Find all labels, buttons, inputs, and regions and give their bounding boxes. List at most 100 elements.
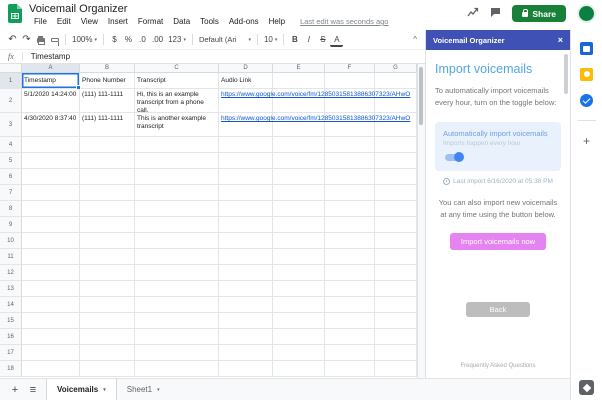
row-header-18[interactable]: 18 bbox=[0, 361, 22, 377]
formula-input[interactable]: Timestamp bbox=[31, 52, 70, 61]
format-currency-button[interactable]: $ bbox=[108, 32, 121, 47]
row-header-3[interactable]: 3 bbox=[0, 113, 22, 137]
cell-B8[interactable] bbox=[80, 201, 135, 217]
cell-E10[interactable] bbox=[273, 233, 325, 249]
tasks-icon[interactable] bbox=[580, 94, 593, 107]
column-header-G[interactable]: G bbox=[375, 64, 417, 73]
cell-G18[interactable] bbox=[375, 361, 417, 377]
back-button[interactable]: Back bbox=[465, 301, 531, 317]
cell-E7[interactable] bbox=[273, 185, 325, 201]
row-header-10[interactable]: 10 bbox=[0, 233, 22, 249]
explore-button[interactable] bbox=[579, 380, 594, 395]
cell-G1[interactable] bbox=[375, 73, 417, 89]
more-formats-button[interactable]: 123 ▾ bbox=[166, 32, 188, 47]
cell-G16[interactable] bbox=[375, 329, 417, 345]
add-sheet-button[interactable]: + bbox=[6, 384, 24, 396]
cell-F6[interactable] bbox=[325, 169, 375, 185]
cell-G12[interactable] bbox=[375, 265, 417, 281]
cell-E6[interactable] bbox=[273, 169, 325, 185]
cell-D18[interactable] bbox=[219, 361, 273, 377]
cell-A7[interactable] bbox=[22, 185, 80, 201]
cell-B11[interactable] bbox=[80, 249, 135, 265]
cell-E16[interactable] bbox=[273, 329, 325, 345]
cell-G17[interactable] bbox=[375, 345, 417, 361]
cell-G13[interactable] bbox=[375, 281, 417, 297]
cell-C6[interactable] bbox=[135, 169, 219, 185]
cell-F1[interactable] bbox=[325, 73, 375, 89]
row-header-2[interactable]: 2 bbox=[0, 89, 22, 113]
cell-C3[interactable]: This is another example transcript bbox=[135, 113, 219, 137]
column-header-F[interactable]: F bbox=[325, 64, 375, 73]
text-color-button[interactable]: A bbox=[330, 35, 344, 47]
cell-D15[interactable] bbox=[219, 313, 273, 329]
keep-icon[interactable] bbox=[580, 68, 593, 81]
cell-A15[interactable] bbox=[22, 313, 80, 329]
cell-B2[interactable]: (111) 111-1111 bbox=[80, 89, 135, 113]
row-header-16[interactable]: 16 bbox=[0, 329, 22, 345]
share-button[interactable]: Share bbox=[512, 5, 566, 22]
cell-F7[interactable] bbox=[325, 185, 375, 201]
row-header-17[interactable]: 17 bbox=[0, 345, 22, 361]
insights-icon[interactable] bbox=[467, 5, 479, 23]
menu-addons[interactable]: Add-ons bbox=[224, 16, 264, 27]
cell-F18[interactable] bbox=[325, 361, 375, 377]
cell-F10[interactable] bbox=[325, 233, 375, 249]
cell-F4[interactable] bbox=[325, 137, 375, 153]
cell-B5[interactable] bbox=[80, 153, 135, 169]
cell-A9[interactable] bbox=[22, 217, 80, 233]
cell-F5[interactable] bbox=[325, 153, 375, 169]
cell-C15[interactable] bbox=[135, 313, 219, 329]
cell-D4[interactable] bbox=[219, 137, 273, 153]
cell-E17[interactable] bbox=[273, 345, 325, 361]
cell-C4[interactable] bbox=[135, 137, 219, 153]
cell-G7[interactable] bbox=[375, 185, 417, 201]
cell-F16[interactable] bbox=[325, 329, 375, 345]
menu-data[interactable]: Data bbox=[168, 16, 195, 27]
cell-D16[interactable] bbox=[219, 329, 273, 345]
bold-button[interactable]: B bbox=[288, 32, 301, 47]
cell-A8[interactable] bbox=[22, 201, 80, 217]
cell-G15[interactable] bbox=[375, 313, 417, 329]
calendar-icon[interactable] bbox=[580, 42, 593, 55]
cell-E12[interactable] bbox=[273, 265, 325, 281]
row-header-1[interactable]: 1 bbox=[0, 73, 22, 89]
cell-C13[interactable] bbox=[135, 281, 219, 297]
row-header-9[interactable]: 9 bbox=[0, 217, 22, 233]
cell-C2[interactable]: Hi, this is an example transcript from a… bbox=[135, 89, 219, 113]
cell-B17[interactable] bbox=[80, 345, 135, 361]
cell-E14[interactable] bbox=[273, 297, 325, 313]
cell-C12[interactable] bbox=[135, 265, 219, 281]
menu-file[interactable]: File bbox=[29, 16, 52, 27]
comment-history-icon[interactable] bbox=[490, 5, 501, 23]
cell-G9[interactable] bbox=[375, 217, 417, 233]
cell-D1[interactable]: Audio Link bbox=[219, 73, 273, 89]
zoom-select[interactable]: 100% ▾ bbox=[70, 32, 99, 47]
cell-G6[interactable] bbox=[375, 169, 417, 185]
select-all-corner[interactable] bbox=[0, 64, 22, 73]
sheets-logo-icon[interactable] bbox=[8, 4, 22, 23]
cell-B9[interactable] bbox=[80, 217, 135, 233]
sidebar-scrollbar[interactable] bbox=[564, 54, 568, 94]
cell-D9[interactable] bbox=[219, 217, 273, 233]
cell-F13[interactable] bbox=[325, 281, 375, 297]
cell-E11[interactable] bbox=[273, 249, 325, 265]
cell-C11[interactable] bbox=[135, 249, 219, 265]
cell-B1[interactable]: Phone Number bbox=[80, 73, 135, 89]
sheet-vertical-scrollbar[interactable] bbox=[417, 64, 425, 378]
cell-G5[interactable] bbox=[375, 153, 417, 169]
menu-view[interactable]: View bbox=[76, 16, 103, 27]
cell-G10[interactable] bbox=[375, 233, 417, 249]
cell-A6[interactable] bbox=[22, 169, 80, 185]
cell-B16[interactable] bbox=[80, 329, 135, 345]
menu-tools[interactable]: Tools bbox=[195, 16, 224, 27]
cell-D8[interactable] bbox=[219, 201, 273, 217]
cell-C1[interactable]: Transcript bbox=[135, 73, 219, 89]
cell-D5[interactable] bbox=[219, 153, 273, 169]
cell-A14[interactable] bbox=[22, 297, 80, 313]
cell-A11[interactable] bbox=[22, 249, 80, 265]
cell-C8[interactable] bbox=[135, 201, 219, 217]
cell-F8[interactable] bbox=[325, 201, 375, 217]
cell-F9[interactable] bbox=[325, 217, 375, 233]
cell-A3[interactable]: 4/30/2020 8:37:40 bbox=[22, 113, 80, 137]
cell-E9[interactable] bbox=[273, 217, 325, 233]
